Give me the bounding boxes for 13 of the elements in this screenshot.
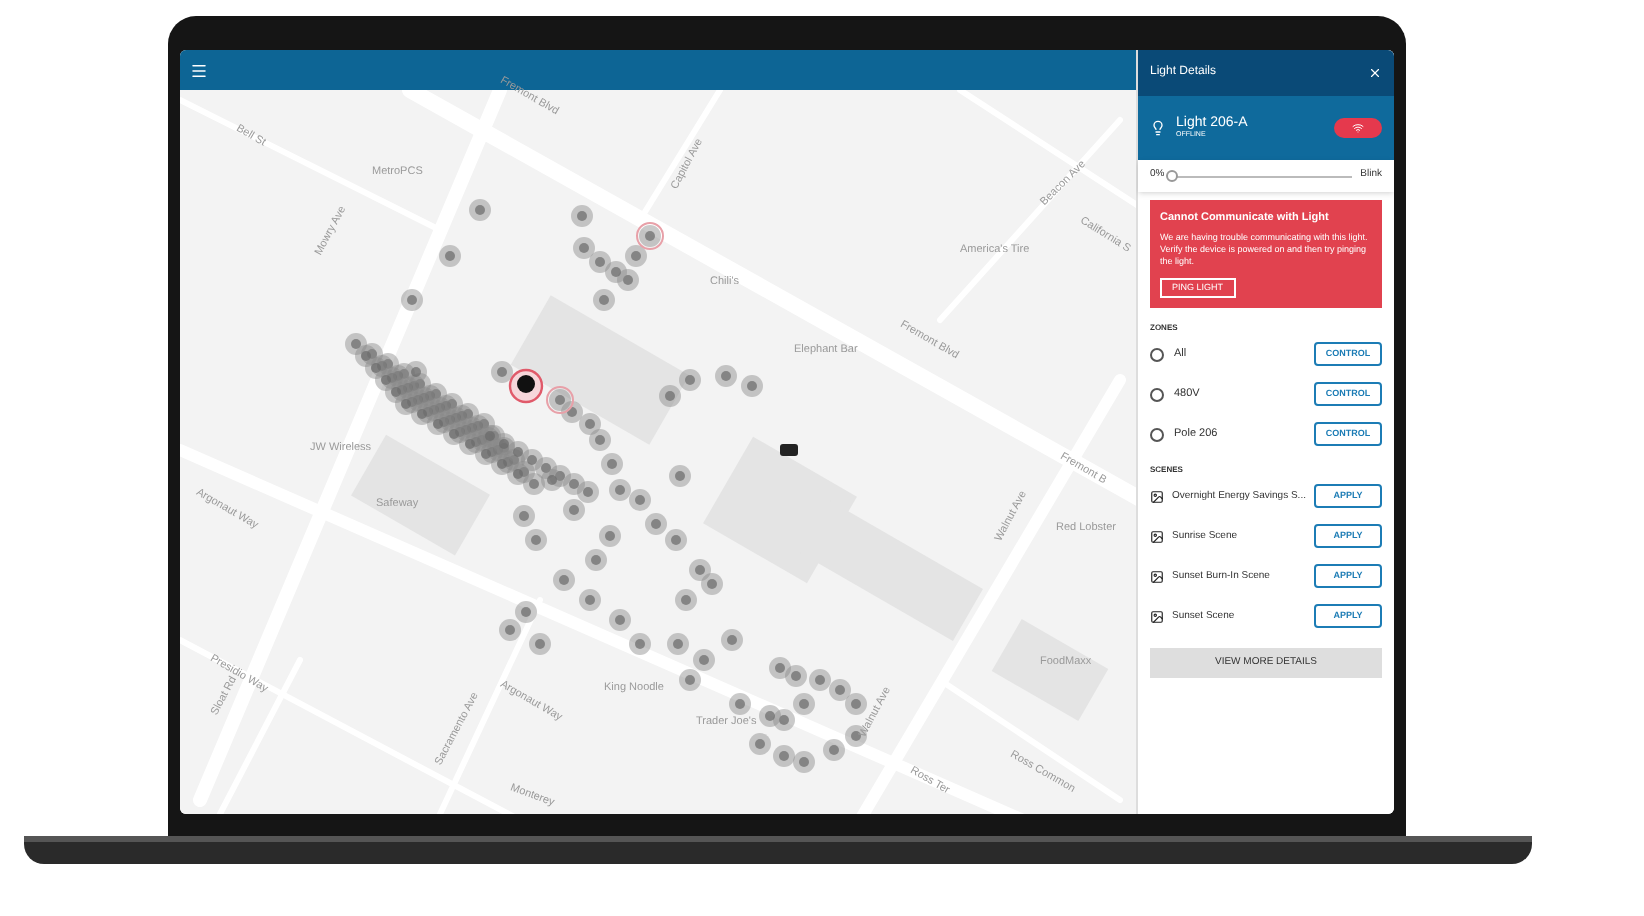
bulb-icon	[1150, 120, 1166, 136]
zone-icon	[1150, 347, 1164, 362]
image-icon	[1150, 529, 1164, 544]
image-icon	[1150, 609, 1164, 624]
wifi-icon	[1352, 122, 1364, 134]
zone-icon	[1150, 387, 1164, 402]
image-icon	[1150, 569, 1164, 584]
menu-icon[interactable]	[190, 61, 208, 79]
slider-thumb[interactable]	[1166, 169, 1179, 181]
image-icon	[1150, 489, 1164, 504]
close-icon[interactable]	[1368, 66, 1382, 80]
zone-icon	[1150, 427, 1164, 442]
signal-pill[interactable]	[1334, 118, 1382, 138]
